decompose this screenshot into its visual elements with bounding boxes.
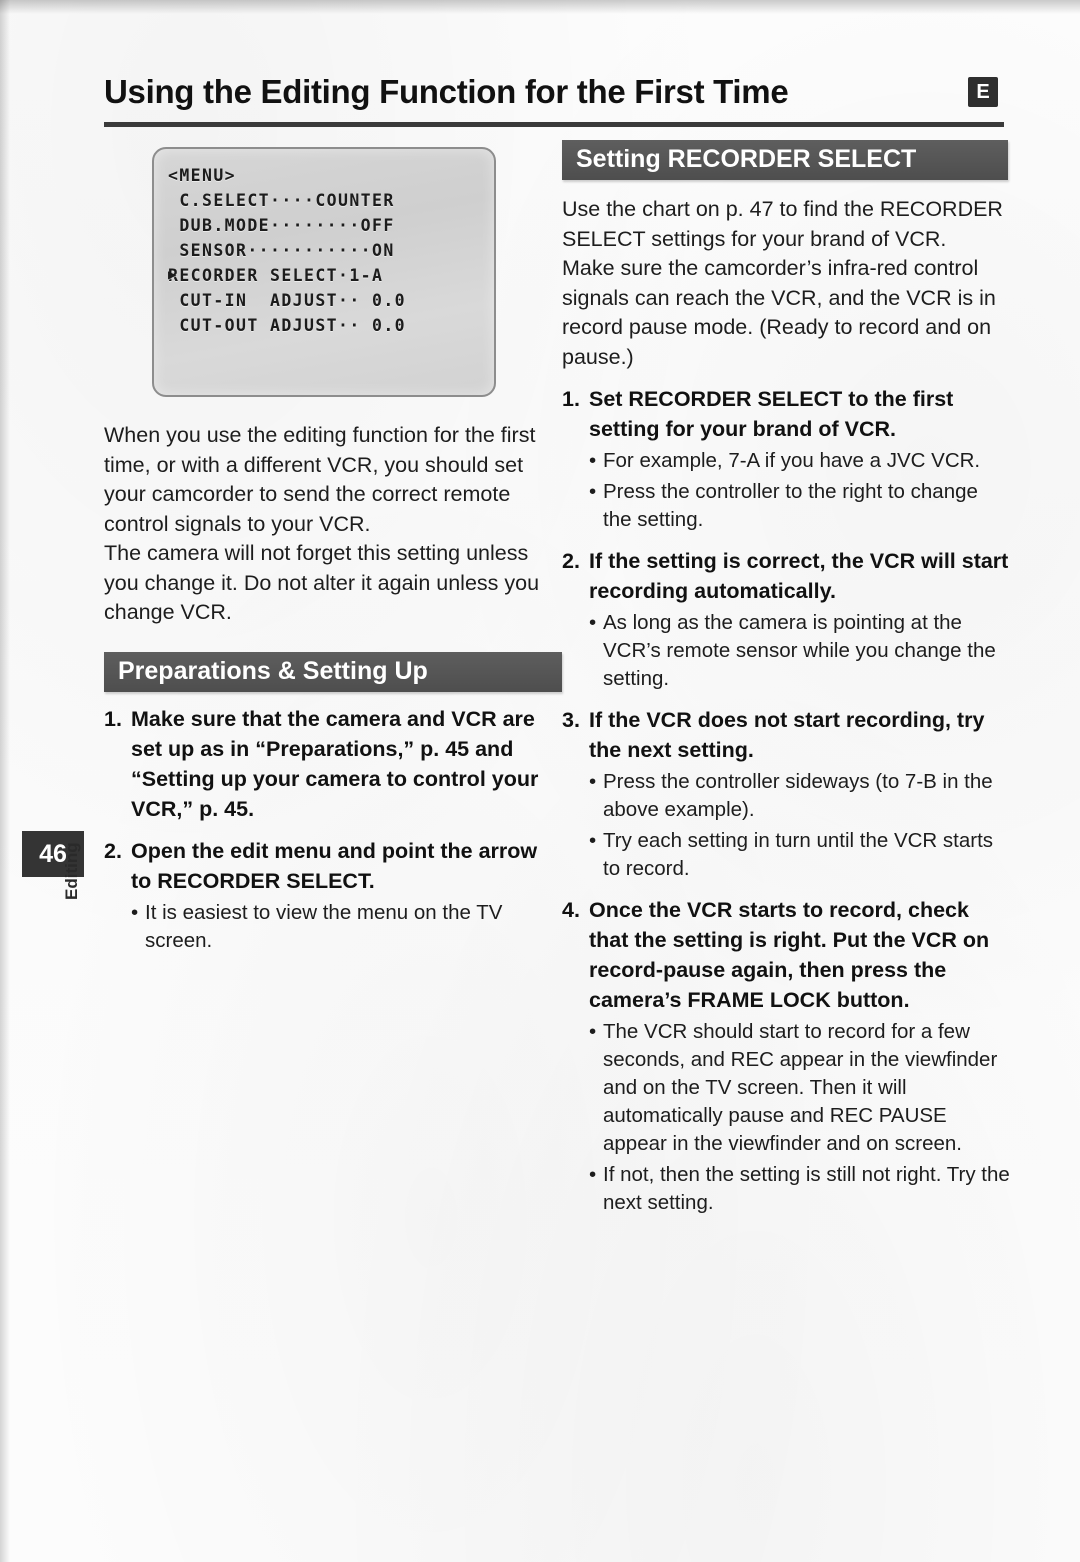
step-text: Make sure that the camera and VCR are se… bbox=[131, 706, 539, 821]
step-text: Once the VCR starts to record, check tha… bbox=[589, 898, 990, 1012]
menu-row: DUB.MODE········OFF bbox=[168, 216, 395, 235]
bullet-dot-icon: • bbox=[589, 770, 597, 793]
right-intro-paragraph-1: Use the chart on p. 47 to find the RECOR… bbox=[562, 197, 1003, 251]
bullet-text: If not, then the setting is still not ri… bbox=[603, 1163, 1010, 1214]
bullet-text: Press the controller sideways (to 7-B in… bbox=[603, 770, 993, 821]
numbered-step: 2. Open the edit menu and point the arrow… bbox=[104, 836, 552, 896]
step-number: 3. bbox=[562, 708, 580, 732]
bullet-dot-icon: • bbox=[589, 1163, 597, 1186]
step-text: Set RECORDER SELECT to the first setting… bbox=[589, 387, 954, 441]
menu-row: CUT-OUT ADJUST·· 0.0 bbox=[168, 316, 407, 335]
numbered-step: 1. Make sure that the camera and VCR are … bbox=[104, 704, 552, 824]
right-step-list: 1. Set RECORDER SELECT to the first setti… bbox=[562, 384, 1010, 1217]
page-header: Using the Editing Function for the First… bbox=[104, 68, 1004, 116]
bullet-dot-icon: • bbox=[589, 829, 597, 852]
step-number: 2. bbox=[104, 838, 122, 863]
menu-row: SENSOR···········ON bbox=[168, 241, 395, 260]
title-divider-rule bbox=[104, 122, 1004, 127]
bullet-dot-icon: • bbox=[589, 1020, 597, 1043]
right-intro-paragraph-2: Make sure the camcorder’s infra-red cont… bbox=[562, 256, 996, 369]
step-number: 1. bbox=[562, 387, 580, 411]
bullet-item: • Try each setting in turn until the VCR … bbox=[562, 827, 1010, 883]
bullet-item: • Press the controller sideways (to 7-B i… bbox=[562, 768, 1010, 824]
manual-page: Using the Editing Function for the First… bbox=[0, 0, 1080, 1562]
right-column: Setting RECORDER SELECT Use the chart on… bbox=[562, 140, 1010, 1217]
step-text: If the setting is correct, the VCR will … bbox=[589, 549, 1009, 603]
menu-row: RECORDER SELECT·1-A bbox=[168, 263, 486, 288]
menu-row: C.SELECT····COUNTER bbox=[168, 191, 395, 210]
step-number: 4. bbox=[562, 898, 580, 922]
bullet-item: • It is easiest to view the menu on the T… bbox=[104, 899, 552, 955]
menu-row: CUT-IN ADJUST·· 0.0 bbox=[168, 291, 407, 310]
left-step-list: 1. Make sure that the camera and VCR are … bbox=[104, 704, 552, 955]
section-side-tab: Editing bbox=[62, 842, 81, 900]
page-title: Using the Editing Function for the First… bbox=[104, 73, 789, 110]
language-badge: E bbox=[968, 77, 998, 107]
step-text: If the VCR does not start recording, try… bbox=[589, 708, 985, 762]
step-text: Open the edit menu and point the arrow t… bbox=[131, 838, 538, 893]
bullet-item: • If not, then the setting is still not r… bbox=[562, 1161, 1010, 1217]
bullet-item: • Press the controller to the right to ch… bbox=[562, 478, 1010, 534]
bullet-item: • As long as the camera is pointing at th… bbox=[562, 609, 1010, 693]
left-spacer bbox=[104, 628, 552, 652]
numbered-step: 2. If the setting is correct, the VCR wil… bbox=[562, 546, 1010, 606]
section-banner-recorder-select: Setting RECORDER SELECT bbox=[562, 140, 1008, 180]
menu-screen-text: <MENU> C.SELECT····COUNTER DUB.MODE·····… bbox=[168, 163, 486, 338]
menu-screen-illustration: <MENU> C.SELECT····COUNTER DUB.MODE·····… bbox=[152, 147, 496, 397]
bullet-item: • The VCR should start to record for a fe… bbox=[562, 1018, 1010, 1158]
bullet-text: For example, 7-A if you have a JVC VCR. bbox=[603, 449, 981, 472]
numbered-step: 1. Set RECORDER SELECT to the first setti… bbox=[562, 384, 1010, 444]
bullet-dot-icon: • bbox=[589, 449, 597, 472]
bullet-item: • For example, 7-A if you have a JVC VCR. bbox=[562, 447, 1010, 475]
bullet-text: Press the controller to the right to cha… bbox=[603, 480, 978, 531]
step-number: 2. bbox=[562, 549, 580, 573]
left-intro-paragraph-1: When you use the editing function for th… bbox=[104, 423, 536, 536]
step-number: 1. bbox=[104, 706, 122, 731]
bullet-text: Try each setting in turn until the VCR s… bbox=[603, 829, 994, 880]
left-intro-paragraph-2: The camera will not forget this setting … bbox=[104, 541, 540, 624]
bullet-dot-icon: • bbox=[589, 480, 597, 503]
bullet-text: It is easiest to view the menu on the TV… bbox=[145, 900, 503, 952]
menu-row: <MENU> bbox=[168, 166, 237, 185]
left-column: <MENU> C.SELECT····COUNTER DUB.MODE·····… bbox=[104, 140, 562, 955]
bullet-dot-icon: • bbox=[131, 900, 139, 924]
numbered-step: 4. Once the VCR starts to record, check t… bbox=[562, 895, 1010, 1015]
numbered-step: 3. If the VCR does not start recording, t… bbox=[562, 705, 1010, 765]
bullet-text: As long as the camera is pointing at the… bbox=[603, 611, 996, 690]
bullet-text: The VCR should start to record for a few… bbox=[603, 1020, 998, 1155]
section-banner-preparations: Preparations & Setting Up bbox=[104, 651, 562, 692]
bullet-dot-icon: • bbox=[589, 611, 597, 634]
